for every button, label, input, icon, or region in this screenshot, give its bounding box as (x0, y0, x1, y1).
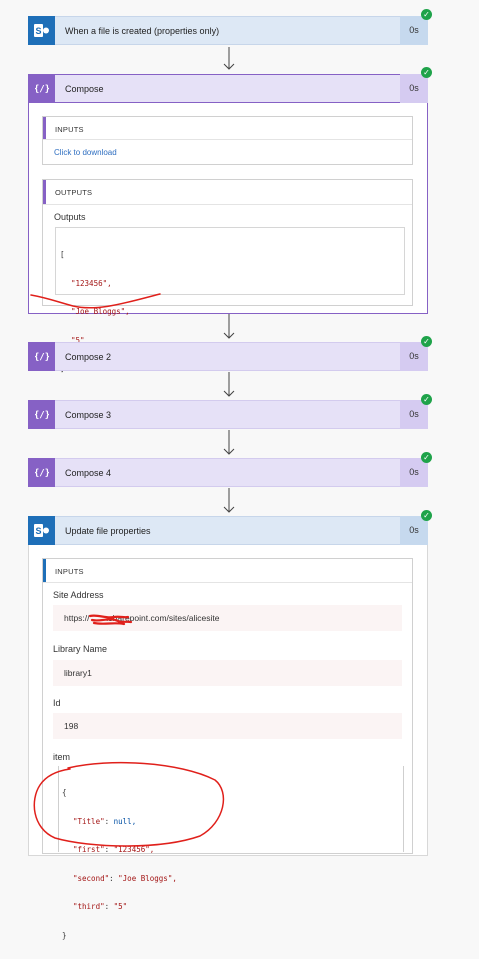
check-icon: ✓ (421, 9, 432, 20)
id-field: 198 (53, 713, 402, 739)
check-icon: ✓ (421, 336, 432, 347)
inputs-heading: INPUTS (55, 125, 84, 134)
outputs-code-box: [ "123456", "Joe Bloggs", "5" ] (55, 227, 405, 373)
check-icon: ✓ (421, 67, 432, 78)
arrow-down-icon (223, 47, 235, 70)
compose-card-header[interactable]: {/} Compose 0s (28, 73, 428, 103)
json-value: "Joe Bloggs", (118, 873, 177, 883)
svg-text:S: S (35, 26, 41, 36)
compose-inputs-section: INPUTS Click to download (42, 116, 413, 165)
compose-icon: {/} (28, 341, 55, 371)
annotation-underline (30, 293, 161, 309)
check-icon: ✓ (421, 394, 432, 405)
compose-duration: 0s (400, 73, 428, 103)
sharepoint-icon: S (28, 515, 55, 545)
outputs-heading: OUTPUTS (55, 188, 93, 197)
arrow-down-icon (223, 314, 235, 339)
code-line: "123456", (71, 278, 112, 288)
compose3-title: Compose 3 (65, 409, 112, 420)
trigger-duration: 0s (400, 15, 428, 45)
click-to-download-link[interactable]: Click to download (54, 148, 117, 157)
check-icon: ✓ (421, 452, 432, 463)
site-address-label: Site Address (53, 590, 104, 600)
redaction-scribble (88, 614, 133, 626)
trigger-title: When a file is created (properties only) (65, 25, 220, 36)
id-value: 198 (64, 721, 79, 731)
arrow-down-icon (223, 430, 235, 455)
json-value: "5" (113, 902, 128, 911)
outputs-label: Outputs (54, 212, 86, 222)
compose-icon: {/} (28, 73, 55, 103)
svg-text:{/}: {/} (35, 469, 49, 479)
sharepoint-icon: S (28, 15, 55, 45)
compose2-title: Compose 2 (65, 351, 112, 362)
compose2-card-header[interactable]: {/} Compose 2 0s (28, 341, 428, 371)
compose-outputs-section: OUTPUTS Outputs [ "123456", "Joe Bloggs"… (42, 179, 413, 373)
compose-icon: {/} (28, 457, 55, 487)
compose4-card-header[interactable]: {/} Compose 4 0s (28, 457, 428, 487)
compose4-title: Compose 4 (65, 467, 112, 478)
library-name-field: library1 (53, 660, 402, 686)
annotation-circle (33, 761, 225, 847)
svg-text:{/}: {/} (35, 411, 49, 421)
svg-text:{/}: {/} (35, 353, 49, 363)
json-key: "second" (73, 873, 110, 883)
code-line: [ (60, 250, 65, 259)
svg-text:{/}: {/} (35, 85, 49, 95)
arrow-down-icon (223, 372, 235, 397)
library-name-value: library1 (64, 668, 92, 678)
compose-icon: {/} (28, 399, 55, 429)
compose-title: Compose (65, 83, 104, 94)
inputs-heading: INPUTS (55, 567, 84, 576)
check-icon: ✓ (421, 510, 432, 521)
code-line: } (62, 930, 67, 940)
json-key: "third" (73, 902, 105, 911)
trigger-card-header[interactable]: S When a file is created (properties onl… (28, 15, 428, 45)
svg-text:S: S (35, 526, 41, 536)
id-label: Id (53, 698, 61, 708)
compose3-card-header[interactable]: {/} Compose 3 0s (28, 399, 428, 429)
arrow-down-icon (223, 488, 235, 513)
update-card-header[interactable]: S Update file properties 0s (28, 515, 428, 545)
library-name-label: Library Name (53, 644, 108, 654)
update-title: Update file properties (65, 525, 151, 536)
